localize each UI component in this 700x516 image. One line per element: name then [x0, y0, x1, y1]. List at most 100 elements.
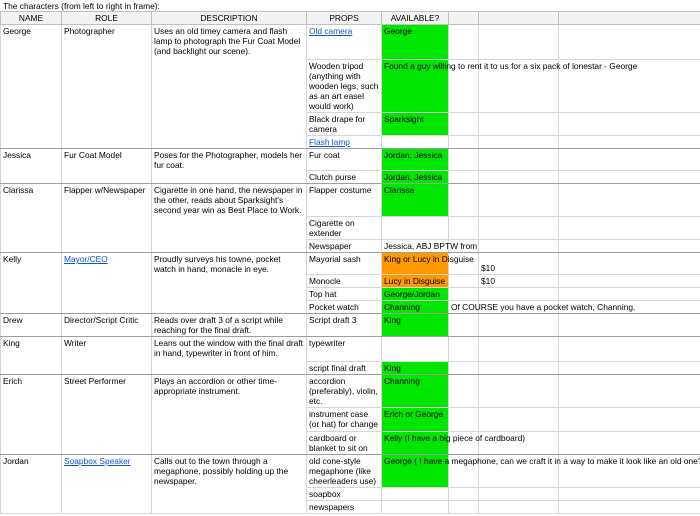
prop-link[interactable]: Old camera	[309, 26, 352, 36]
empty-cell[interactable]	[558, 287, 700, 301]
available-cell[interactable]: King	[381, 361, 449, 375]
empty-cell[interactable]	[478, 216, 559, 240]
empty-cell[interactable]	[558, 170, 700, 184]
name-cell[interactable]: King	[0, 336, 62, 375]
available-cell[interactable]: Erich or George	[381, 407, 449, 432]
available-cell[interactable]: Clarissa	[381, 183, 449, 217]
available-cell[interactable]: George ( I have a megaphone, can we craf…	[381, 454, 700, 488]
prop-cell[interactable]: Flapper costume	[306, 183, 382, 217]
role-cell[interactable]: Mayor/CEO	[61, 252, 152, 314]
empty-cell[interactable]	[478, 361, 559, 375]
prop-cell[interactable]: accordion (preferably), violin, etc.	[306, 374, 382, 408]
available-cell[interactable]: Jordan, Jessica	[381, 170, 449, 184]
available-cell[interactable]: King or Lucy in Disguise	[381, 252, 474, 275]
name-cell[interactable]: George	[0, 24, 62, 149]
header-empty-cell[interactable]	[448, 11, 479, 25]
empty-cell[interactable]	[478, 313, 559, 337]
empty-cell[interactable]	[448, 274, 479, 288]
note-cell[interactable]: $10	[478, 274, 559, 288]
empty-cell[interactable]	[478, 24, 559, 60]
empty-cell[interactable]	[558, 252, 700, 275]
name-cell[interactable]: Erich	[0, 374, 62, 455]
description-cell[interactable]: Poses for the Photographer, models her f…	[151, 148, 307, 184]
empty-cell[interactable]	[448, 374, 479, 408]
empty-cell[interactable]	[558, 500, 700, 514]
empty-cell[interactable]	[558, 183, 700, 217]
empty-cell[interactable]	[558, 24, 700, 60]
available-cell[interactable]	[381, 216, 449, 240]
role-cell[interactable]: Writer	[61, 336, 152, 375]
empty-cell[interactable]	[448, 183, 479, 217]
description-cell[interactable]: Cigarette in one hand, the newspaper in …	[151, 183, 307, 253]
empty-cell[interactable]	[448, 112, 479, 136]
empty-cell[interactable]	[558, 313, 700, 337]
available-cell[interactable]: Channing	[381, 374, 449, 408]
empty-cell[interactable]	[478, 487, 559, 501]
empty-cell[interactable]	[448, 287, 479, 301]
prop-cell[interactable]: Wooden tripod (anything with wooden legs…	[306, 59, 382, 113]
prop-cell[interactable]: script final draft	[306, 361, 382, 375]
empty-cell[interactable]	[558, 336, 700, 362]
available-cell[interactable]: Lucy in Disguise	[381, 274, 449, 288]
available-cell[interactable]: Sparksight	[381, 112, 449, 136]
name-cell[interactable]: Jordan	[0, 454, 62, 514]
header-empty-cell[interactable]	[558, 11, 700, 25]
available-cell[interactable]: George/Jordan	[381, 287, 449, 301]
available-cell[interactable]: George	[381, 24, 449, 60]
empty-cell[interactable]	[448, 361, 479, 375]
role-cell[interactable]: Soapbox Speaker	[61, 454, 152, 514]
prop-cell[interactable]: Fur coat	[306, 148, 382, 171]
prop-cell[interactable]: Newspaper	[306, 239, 382, 253]
available-cell[interactable]: Jessica, ABJ BPTW from	[381, 239, 477, 253]
role-link[interactable]: Mayor/CEO	[64, 254, 108, 264]
empty-cell[interactable]	[448, 135, 479, 149]
empty-cell[interactable]	[448, 24, 479, 60]
empty-cell[interactable]	[478, 500, 559, 514]
name-cell[interactable]: Drew	[0, 313, 62, 337]
empty-cell[interactable]	[448, 313, 479, 337]
empty-cell[interactable]	[448, 216, 479, 240]
empty-cell[interactable]	[478, 135, 559, 149]
role-link[interactable]: Soapbox Speaker	[64, 456, 131, 466]
header-name[interactable]: NAME	[0, 11, 62, 25]
available-cell[interactable]	[381, 500, 449, 514]
available-cell[interactable]: Found a guy willing to rent it to us for…	[381, 59, 637, 113]
available-cell[interactable]	[381, 135, 449, 149]
prop-cell[interactable]: Black drape for camera	[306, 112, 382, 136]
empty-cell[interactable]	[448, 170, 479, 184]
name-cell[interactable]: Clarissa	[0, 183, 62, 253]
empty-cell[interactable]	[558, 148, 700, 171]
description-cell[interactable]: Proudly surveys his towne, pocket watch …	[151, 252, 307, 314]
prop-cell[interactable]: Monocle	[306, 274, 382, 288]
prop-cell[interactable]: Clutch purse	[306, 170, 382, 184]
description-cell[interactable]: Calls out to the town through a megaphon…	[151, 454, 307, 514]
empty-cell[interactable]	[478, 374, 559, 408]
note-cell[interactable]: $10	[478, 252, 559, 275]
empty-cell[interactable]	[448, 487, 479, 501]
description-cell[interactable]: Plays an accordion or other time-appropr…	[151, 374, 307, 455]
empty-cell[interactable]	[558, 487, 700, 501]
header-description[interactable]: DESCRIPTION	[151, 11, 307, 25]
note-cell[interactable]: Of COURSE you have a pocket watch, Chann…	[448, 300, 635, 314]
header-role[interactable]: ROLE	[61, 11, 152, 25]
name-cell[interactable]: Jessica	[0, 148, 62, 184]
empty-cell[interactable]	[558, 239, 700, 253]
role-cell[interactable]: Flapper w/Newspaper	[61, 183, 152, 253]
role-cell[interactable]: Director/Script Critic	[61, 313, 152, 337]
empty-cell[interactable]	[478, 336, 559, 362]
empty-cell[interactable]	[478, 148, 559, 171]
empty-cell[interactable]	[478, 239, 559, 253]
empty-cell[interactable]	[558, 274, 700, 288]
prop-cell[interactable]: Top hat	[306, 287, 382, 301]
prop-cell[interactable]: cardboard or blanket to sit on	[306, 431, 382, 455]
empty-cell[interactable]	[558, 216, 700, 240]
prop-cell[interactable]: old cone-style megaphone (like cheerlead…	[306, 454, 382, 488]
empty-cell[interactable]	[448, 500, 479, 514]
empty-cell[interactable]	[478, 170, 559, 184]
description-cell[interactable]: Leans out the window with the final draf…	[151, 336, 307, 375]
empty-cell[interactable]	[558, 361, 700, 375]
prop-cell[interactable]: Flash lamp	[306, 135, 382, 149]
prop-cell[interactable]: Script draft 3	[306, 313, 382, 337]
header-props[interactable]: PROPS	[306, 11, 382, 25]
available-cell[interactable]	[381, 487, 449, 501]
